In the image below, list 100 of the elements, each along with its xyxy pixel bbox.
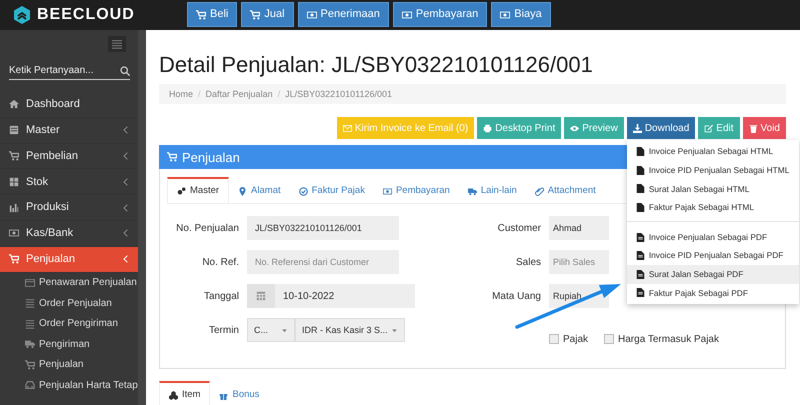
sidebar-item[interactable]: Dashboard — [0, 92, 138, 118]
field-label: No. Penjualan — [175, 222, 240, 236]
sidebar-item[interactable]: Stok — [0, 169, 138, 196]
cart-icon — [25, 360, 35, 370]
menu-item[interactable]: Invoice Penjualan Sebagai HTML — [626, 142, 799, 161]
chevron-left-icon — [122, 178, 130, 186]
checkbox-label: Pajak — [563, 332, 588, 347]
menu-item[interactable]: Invoice PID Penjualan Sebagai HTML — [626, 160, 799, 180]
money-icon — [306, 10, 317, 20]
toolbar-button[interactable]: Penerimaan — [298, 2, 389, 27]
grid-icon — [9, 176, 19, 187]
eye-icon — [570, 124, 580, 133]
tab[interactable]: Faktur Pajak — [290, 177, 374, 204]
tab[interactable]: Alamat — [229, 177, 290, 204]
date-field[interactable]: 10-10-2022 — [247, 284, 415, 308]
file-icon — [636, 270, 645, 279]
sidebar-subitem[interactable]: Order Penjualan — [0, 293, 138, 314]
checkbox[interactable] — [549, 334, 559, 344]
checkbox[interactable] — [604, 334, 614, 344]
tab[interactable]: Attachment — [526, 177, 605, 204]
truck-icon — [468, 186, 477, 196]
breadcrumb-current: JL/SBY032210101126/001 — [285, 88, 392, 101]
sidebar-item[interactable]: Pembelian — [0, 144, 138, 170]
sidebar-subitem[interactable]: Pengiriman — [0, 334, 138, 355]
file-icon — [636, 288, 645, 298]
money-icon — [9, 228, 19, 238]
money-icon — [500, 10, 510, 20]
cart-icon — [250, 10, 260, 20]
sidebar-subitem[interactable]: Order Pengiriman — [0, 314, 138, 334]
chevron-left-icon — [122, 229, 130, 238]
panel-title: Penjualan — [182, 148, 240, 167]
cart-icon — [9, 254, 19, 264]
menu-icon — [112, 39, 122, 49]
caret-down-icon — [391, 326, 398, 334]
action-button[interactable]: Void — [742, 117, 786, 140]
search-field[interactable]: Ketik Pertanyaan... — [9, 62, 130, 80]
input-field[interactable]: Ahmad — [549, 216, 609, 240]
cart-icon — [9, 150, 19, 161]
sidebar-subitem[interactable]: Penjualan — [0, 354, 138, 376]
input-field[interactable]: JL/SBY032210101126/001 — [247, 216, 399, 240]
bar-chart-icon — [9, 202, 19, 213]
sidebar-subitem[interactable]: Penawaran Penjualan — [0, 272, 138, 294]
chevron-left-icon — [122, 152, 130, 160]
field-label: Tanggal — [202, 290, 240, 304]
input-field[interactable]: No. Referensi dari Customer — [247, 250, 399, 274]
money-icon — [402, 10, 412, 20]
toolbar-button[interactable]: Biaya — [491, 2, 551, 27]
download-icon — [632, 124, 642, 133]
check-circle-icon — [298, 186, 308, 196]
chevron-left-icon — [122, 255, 130, 264]
tab[interactable]: Master — [167, 177, 230, 204]
logo-icon — [12, 5, 32, 25]
page-title: Detail Penjualan: JL/SBY032210101126/001 — [159, 52, 594, 78]
file-icon — [636, 251, 645, 260]
field-label: Customer — [496, 222, 542, 236]
database-icon — [9, 125, 19, 136]
caret-down-icon — [281, 326, 288, 334]
trash-icon — [748, 124, 758, 133]
cart-icon — [167, 152, 177, 162]
tab[interactable]: Lain-lain — [458, 177, 526, 204]
paperclip-icon — [534, 186, 544, 196]
field-label: Mata Uang — [491, 290, 542, 304]
action-button[interactable]: Download — [626, 117, 696, 140]
menu-item[interactable]: Invoice Penjualan Sebagai PDF — [626, 228, 799, 246]
file-icon — [636, 232, 645, 242]
chevron-left-icon — [122, 126, 130, 134]
input-field[interactable]: Pilih Sales — [549, 250, 609, 274]
menu-item[interactable]: Surat Jalan Sebagai PDF — [626, 264, 799, 284]
printer-icon — [483, 124, 492, 133]
select-field[interactable]: IDR - Kas Kasir 3 S... — [295, 318, 405, 342]
toolbar-button[interactable]: Pembayaran — [392, 2, 488, 27]
menu-item[interactable]: Faktur Pajak Sebagai PDF — [626, 284, 799, 302]
car-icon — [25, 380, 35, 390]
pin-icon — [238, 186, 248, 196]
tab[interactable]: Bonus — [210, 381, 268, 405]
menu-item[interactable]: Surat Jalan Sebagai HTML — [626, 180, 799, 198]
breadcrumb-separator: / — [278, 88, 280, 101]
sidebar-item[interactable]: Penjualan — [0, 246, 138, 273]
menu-item[interactable]: Faktur Pajak Sebagai HTML — [626, 198, 799, 217]
toolbar-button[interactable]: Beli — [187, 2, 238, 27]
card-icon — [25, 278, 35, 288]
breadcrumb-separator: / — [198, 88, 201, 101]
menu-item[interactable]: Invoice PID Penjualan Sebagai PDF — [626, 246, 799, 265]
calendar-icon — [256, 291, 266, 302]
cart-icon — [196, 10, 206, 20]
envelope-icon — [342, 124, 352, 133]
sidebar-subitem[interactable]: Penjualan Harta Tetap — [0, 375, 138, 396]
list-icon — [25, 318, 35, 329]
tab[interactable]: Pembayaran — [374, 177, 459, 204]
sidebar-item[interactable]: Master — [0, 118, 138, 144]
menu-toggle-button[interactable] — [108, 36, 126, 52]
checkbox-label: Harga Termasuk Pajak — [618, 332, 719, 347]
field-label: Termin — [208, 324, 240, 338]
search-icon — [120, 66, 130, 76]
sidebar-item[interactable]: Produksi — [0, 195, 138, 221]
select-field[interactable]: C... — [247, 318, 295, 342]
money-icon — [382, 186, 392, 196]
truck-icon — [25, 339, 35, 350]
tab[interactable]: Item — [159, 381, 210, 405]
toolbar-button[interactable]: Jual — [241, 2, 294, 27]
